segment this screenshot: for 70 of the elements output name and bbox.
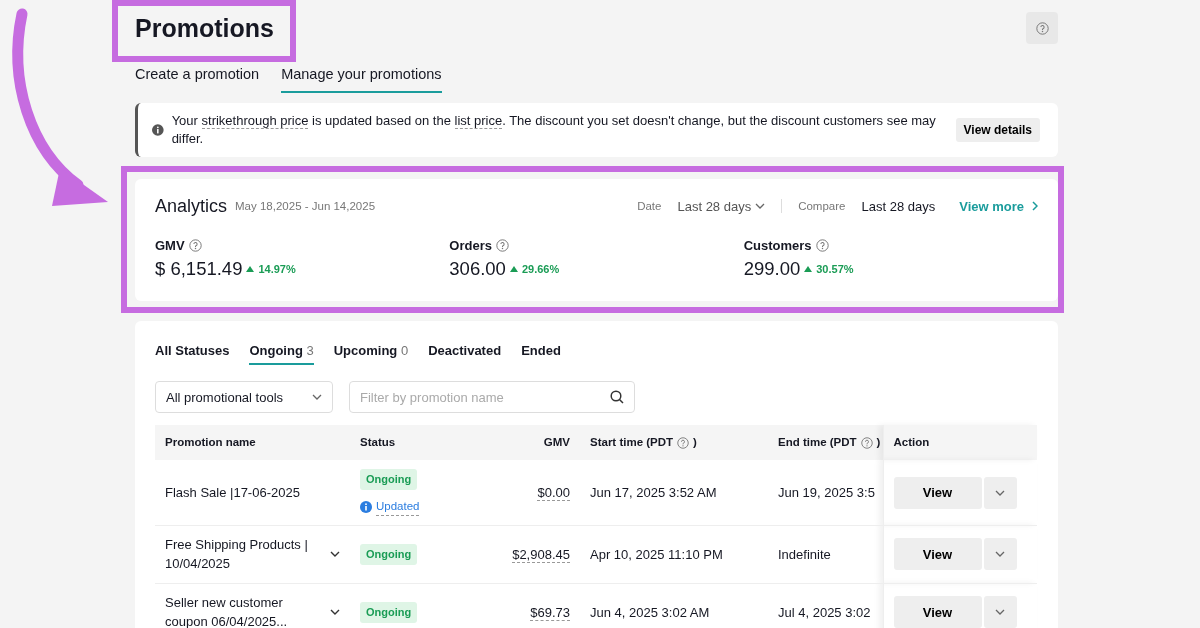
change-value: 30.57% bbox=[804, 260, 854, 278]
metric-label: Orders bbox=[449, 236, 492, 255]
filter-field[interactable]: Filter by promotion name bbox=[349, 381, 635, 414]
status-tab[interactable]: Deactivated bbox=[428, 340, 502, 366]
chevron-down-icon bbox=[755, 203, 766, 210]
chevron-right-icon bbox=[1032, 201, 1038, 212]
promotion-name: Free Shipping Products | 10/04/2025 bbox=[165, 535, 309, 574]
date-dropdown[interactable]: Last 28 days bbox=[677, 196, 766, 216]
help-icon bbox=[495, 239, 509, 252]
column-header: End time (PDT ) bbox=[778, 435, 881, 451]
column-header: Promotion name bbox=[165, 435, 256, 451]
notice-text: Your strikethrough price is updated based on the list price. The discount you set doesn't change, but the discount customers see may differ. bbox=[171, 111, 937, 148]
end-time: Jul 4, 2025 3:02 bbox=[778, 604, 871, 620]
chevron-down-icon bbox=[995, 609, 1005, 616]
gmv-value: $0.00 bbox=[537, 484, 570, 501]
help-icon bbox=[1035, 21, 1049, 35]
view-button[interactable]: View bbox=[893, 538, 982, 571]
status-tag: Ongoing bbox=[360, 602, 418, 623]
arrow-icon bbox=[12, 8, 108, 206]
metric-value: 306.00 bbox=[449, 257, 506, 282]
change-value: 14.97% bbox=[246, 260, 296, 278]
page-title: Promotions bbox=[135, 13, 274, 44]
gmv-value: $69.73 bbox=[530, 604, 570, 621]
start-time: Jun 17, 2025 3:52 AM bbox=[590, 484, 717, 500]
search-icon bbox=[610, 390, 624, 405]
metric-label: GMV bbox=[155, 236, 185, 255]
chevron-down-icon bbox=[312, 394, 322, 401]
column-header: GMV bbox=[543, 435, 570, 451]
updated-link[interactable]: Updated bbox=[376, 497, 420, 516]
info-icon bbox=[360, 500, 372, 513]
date-range: May 18,2025 - Jun 14,2025 bbox=[235, 198, 376, 214]
compare-label: Compare bbox=[798, 198, 846, 214]
view-details-button[interactable]: View details bbox=[955, 117, 1040, 142]
help-button[interactable] bbox=[1026, 12, 1058, 44]
view-button[interactable]: View bbox=[893, 476, 982, 509]
status-tag: Ongoing bbox=[360, 469, 418, 490]
section-title: Analytics bbox=[155, 194, 228, 218]
change-value: 29.66% bbox=[509, 260, 560, 278]
page-tab[interactable]: Create a promotion bbox=[135, 64, 260, 93]
chevron-down-icon bbox=[995, 489, 1005, 496]
promotion-name: Flash Sale |17-06-2025 bbox=[165, 483, 300, 502]
term-link[interactable]: strikethrough price bbox=[201, 112, 309, 129]
status-tab[interactable]: Upcoming 0 bbox=[333, 340, 409, 366]
status-tab[interactable]: Ongoing 3 bbox=[249, 340, 314, 366]
gmv-value: $2,908.45 bbox=[512, 546, 570, 563]
metric-label: Customers bbox=[743, 236, 812, 255]
metric-value: $ 6,151.49 bbox=[155, 257, 243, 282]
view-button[interactable]: View bbox=[893, 596, 982, 628]
help-icon bbox=[815, 239, 829, 252]
start-time: Apr 10, 2025 11:10 PM bbox=[590, 546, 723, 562]
tool-select[interactable]: All promotional tools bbox=[155, 381, 333, 414]
date-label: Date bbox=[637, 198, 662, 214]
help-icon bbox=[188, 239, 202, 252]
more-actions-button[interactable] bbox=[983, 596, 1017, 628]
status-tag: Ongoing bbox=[360, 544, 418, 565]
status-tab[interactable]: All Statuses bbox=[155, 340, 230, 366]
column-header: Status bbox=[360, 435, 396, 451]
page-tab[interactable]: Manage your promotions bbox=[281, 64, 442, 93]
more-actions-button[interactable] bbox=[983, 476, 1017, 509]
start-time: Jun 4, 2025 3:02 AM bbox=[590, 604, 710, 620]
compare-value: Last 28 days bbox=[861, 197, 936, 216]
status-tab[interactable]: Ended bbox=[521, 340, 561, 366]
column-header: Action bbox=[893, 435, 930, 451]
info-icon bbox=[152, 123, 164, 136]
chevron-down-icon bbox=[995, 551, 1005, 558]
end-time: Indefinite bbox=[778, 546, 831, 562]
end-time: Jun 19, 2025 3:5 bbox=[778, 484, 875, 500]
column-header: Start time (PDT ) bbox=[590, 435, 697, 451]
metric-value: 299.00 bbox=[743, 257, 801, 282]
more-actions-button[interactable] bbox=[983, 538, 1017, 571]
